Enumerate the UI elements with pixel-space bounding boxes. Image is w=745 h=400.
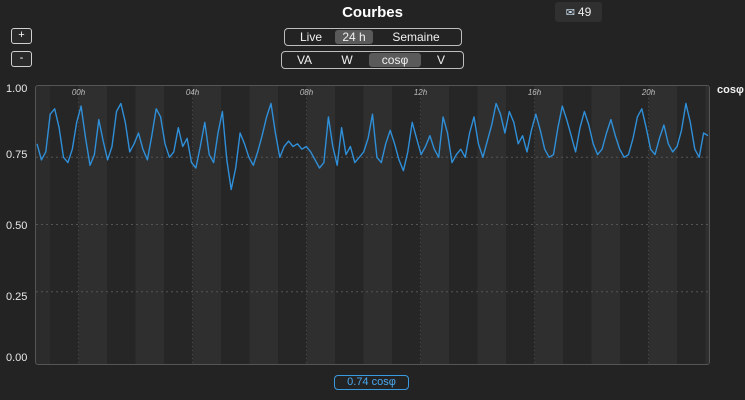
notification-count: 49: [577, 5, 592, 19]
y-tick-label: 1.00: [6, 83, 28, 95]
zoom-in-button[interactable]: +: [11, 28, 32, 44]
chart-area[interactable]: 00h 04h 08h 12h 16h 20h: [35, 85, 710, 365]
notifications-button[interactable]: ✉ 49: [555, 2, 602, 22]
y-tick-label: 0.25: [6, 291, 28, 303]
y-tick-label: 0.75: [6, 149, 28, 161]
x-tick-label: 20h: [641, 88, 656, 97]
x-tick-label: 08h: [300, 88, 314, 97]
range-option-live[interactable]: Live: [287, 30, 335, 44]
measure-selector: VA W cosφ V: [281, 51, 464, 69]
y-tick-label: 0.50: [6, 220, 28, 232]
zoom-out-button[interactable]: -: [11, 51, 32, 67]
hour-band: [335, 86, 364, 364]
hour-band: [591, 86, 620, 364]
hour-band: [221, 86, 250, 364]
hour-band: [534, 86, 563, 364]
current-value-readout: 0.74 cosφ: [334, 375, 409, 390]
measure-option-cosphi[interactable]: cosφ: [369, 53, 421, 67]
x-tick-label: 16h: [528, 88, 542, 97]
y-axis-unit: cosφ: [717, 84, 744, 96]
time-range-selector: Live 24 h Semaine: [284, 28, 462, 46]
envelope-icon: ✉: [565, 6, 575, 19]
hour-band: [50, 86, 79, 364]
page-title: Courbes: [342, 4, 403, 21]
range-option-24h[interactable]: 24 h: [335, 30, 373, 44]
measure-option-w[interactable]: W: [325, 53, 369, 67]
hour-band: [306, 86, 335, 364]
measure-option-v[interactable]: V: [421, 53, 461, 67]
x-tick-label: 04h: [186, 88, 200, 97]
x-tick-label: 00h: [72, 88, 86, 97]
hour-band: [506, 86, 535, 364]
cosphi-chart: 00h 04h 08h 12h 16h 20h: [36, 86, 709, 364]
range-option-week[interactable]: Semaine: [373, 30, 459, 44]
y-tick-label: 0.00: [6, 352, 28, 364]
measure-option-va[interactable]: VA: [284, 53, 325, 67]
hour-band: [449, 86, 478, 364]
hour-band: [620, 86, 649, 364]
hour-band: [420, 86, 449, 364]
hour-band: [135, 86, 164, 364]
x-tick-label: 12h: [414, 88, 428, 97]
